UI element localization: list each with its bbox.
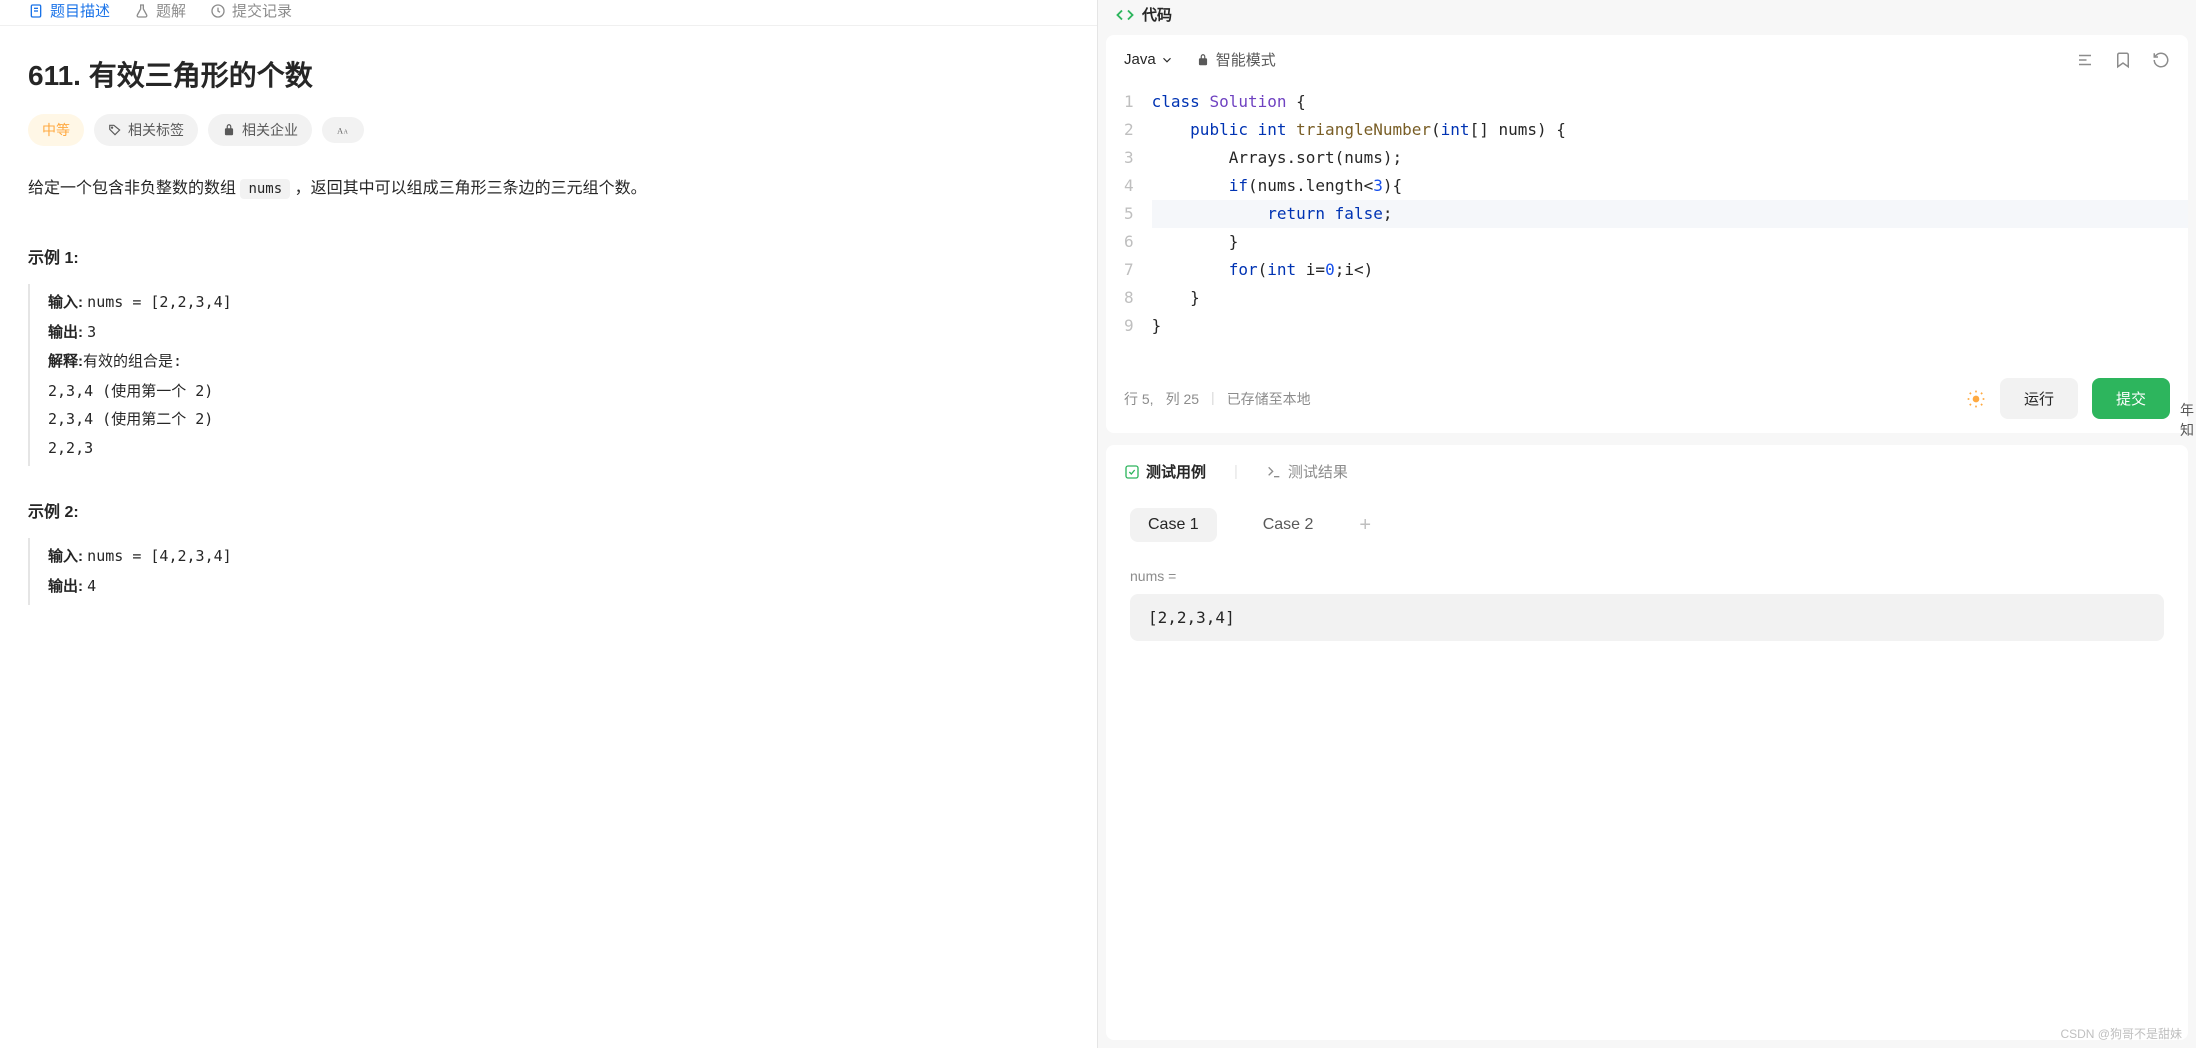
format-icon[interactable] bbox=[2076, 51, 2094, 69]
font-icon: AA bbox=[336, 123, 350, 137]
line-gutter: 123456789 bbox=[1106, 88, 1152, 340]
tab-submissions[interactable]: 提交记录 bbox=[210, 0, 292, 25]
debug-icon[interactable] bbox=[1966, 389, 1986, 409]
history-icon bbox=[210, 3, 226, 19]
side-text: 年 知 bbox=[2180, 400, 2194, 440]
cursor-info: 行 5, 列 25 | 已存储至本地 bbox=[1124, 389, 1311, 409]
problem-title: 611. 有效三角形的个数 bbox=[28, 54, 1069, 94]
tab-solution[interactable]: 题解 bbox=[134, 0, 186, 25]
language-select[interactable]: Java bbox=[1124, 51, 1174, 68]
run-button[interactable]: 运行 bbox=[2000, 378, 2078, 419]
check-square-icon bbox=[1124, 464, 1140, 480]
smart-mode-toggle[interactable]: 智能模式 bbox=[1196, 49, 1276, 70]
case-tabs: Case 1 Case 2 + bbox=[1106, 498, 2188, 552]
editor-footer: 行 5, 列 25 | 已存储至本地 运行 提交 bbox=[1106, 364, 2188, 433]
case-input: nums = [2,2,3,4] bbox=[1106, 552, 2188, 641]
test-tabs: 测试用例 | 测试结果 bbox=[1106, 453, 2188, 498]
tags-row: 中等 相关标签 相关企业 AA bbox=[28, 114, 1069, 146]
tab-description[interactable]: 题目描述 bbox=[28, 0, 110, 25]
reset-icon[interactable] bbox=[2152, 51, 2170, 69]
tag-icon bbox=[108, 123, 122, 137]
bookmark-icon[interactable] bbox=[2114, 51, 2132, 69]
related-tags-button[interactable]: 相关标签 bbox=[94, 114, 198, 146]
code-editor[interactable]: 123456789 class Solution { public int tr… bbox=[1106, 84, 2188, 364]
test-panel: 测试用例 | 测试结果 Case 1 Case 2 + nums = [2,2,… bbox=[1106, 445, 2188, 1040]
example-2-block: 输入: nums = [4,2,3,4] 输出: 4 bbox=[28, 538, 1069, 605]
chevron-down-icon bbox=[1160, 53, 1174, 67]
tab-test-cases[interactable]: 测试用例 bbox=[1124, 461, 1206, 482]
svg-text:A: A bbox=[344, 130, 349, 136]
lock-icon bbox=[1196, 53, 1210, 67]
problem-panel: 题目描述 题解 提交记录 611. 有效三角形的个数 中等 相关标签 相关企业 … bbox=[0, 0, 1098, 1048]
document-icon bbox=[28, 3, 44, 19]
problem-content: 611. 有效三角形的个数 中等 相关标签 相关企业 AA 给定一个包含非负整数… bbox=[0, 26, 1097, 665]
difficulty-badge: 中等 bbox=[28, 114, 84, 146]
tab-solution-label: 题解 bbox=[156, 0, 186, 21]
tab-test-results[interactable]: 测试结果 bbox=[1266, 461, 1348, 482]
code-body[interactable]: class Solution { public int triangleNumb… bbox=[1152, 88, 2188, 340]
lock-icon bbox=[222, 123, 236, 137]
editor-panel: 代码 Java 智能模式 123456789 bbox=[1098, 0, 2196, 1048]
code-header: 代码 bbox=[1098, 0, 2196, 35]
font-size-button[interactable]: AA bbox=[322, 117, 364, 143]
related-company-button[interactable]: 相关企业 bbox=[208, 114, 312, 146]
flask-icon bbox=[134, 3, 150, 19]
inline-code: nums bbox=[240, 179, 290, 199]
left-tabs: 题目描述 题解 提交记录 bbox=[0, 0, 1097, 26]
case-tab-2[interactable]: Case 2 bbox=[1245, 508, 1332, 542]
problem-description: 给定一个包含非负整数的数组 nums ，返回其中可以组成三角形三条边的三元组个数… bbox=[28, 174, 1069, 204]
code-icon bbox=[1116, 6, 1134, 24]
svg-text:A: A bbox=[337, 127, 343, 136]
terminal-icon bbox=[1266, 464, 1282, 480]
watermark: CSDN @狗哥不是甜妹 bbox=[2060, 1025, 2182, 1042]
example-2-title: 示例 2: bbox=[28, 498, 1069, 522]
tab-submissions-label: 提交记录 bbox=[232, 0, 292, 21]
example-1-block: 输入: nums = [2,2,3,4] 输出: 3 解释:有效的组合是: 2,… bbox=[28, 284, 1069, 466]
add-case-button[interactable]: + bbox=[1359, 514, 1371, 537]
submit-button[interactable]: 提交 bbox=[2092, 378, 2170, 419]
example-1-title: 示例 1: bbox=[28, 244, 1069, 268]
editor-wrap: Java 智能模式 123456789 class Solution { bbox=[1106, 35, 2188, 433]
case-param-value[interactable]: [2,2,3,4] bbox=[1130, 594, 2164, 641]
case-tab-1[interactable]: Case 1 bbox=[1130, 508, 1217, 542]
editor-toolbar: Java 智能模式 bbox=[1106, 35, 2188, 84]
case-param-label: nums = bbox=[1130, 568, 2164, 584]
tab-description-label: 题目描述 bbox=[50, 0, 110, 21]
